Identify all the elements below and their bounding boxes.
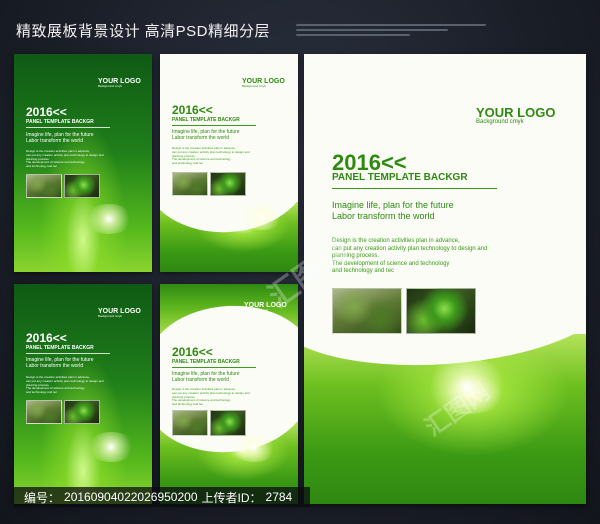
- photo-leaves: [64, 400, 100, 424]
- photo-plants: [172, 410, 208, 436]
- title-rule: [26, 353, 110, 354]
- slogan: Imagine life, plan for the future Labor …: [332, 200, 454, 221]
- body-text: Design is the creation activities plan i…: [26, 149, 104, 168]
- body-text: Design is the creation activities plan i…: [172, 146, 250, 165]
- body-text: Design is the creation activities plan i…: [26, 375, 104, 394]
- panel-title: PANEL TEMPLATE BACKGR: [26, 345, 94, 351]
- year-heading: 2016<<: [26, 105, 67, 119]
- title-rule: [172, 125, 256, 126]
- photo-leaves: [406, 288, 476, 334]
- photo-leaves: [210, 172, 246, 196]
- panel-title: PANEL TEMPLATE BACKGR: [172, 359, 240, 365]
- logo-text: YOUR LOGO Background cmyk: [242, 78, 285, 88]
- year-heading: 2016<<: [172, 103, 213, 117]
- footer-bar: 编号： 20160904022026950200 上传者ID： 2784: [14, 487, 310, 507]
- slogan: Imagine life, plan for the future Labor …: [26, 357, 94, 369]
- logo-text: YOUR LOGO Background cmyk: [98, 308, 141, 318]
- title-rule: [172, 367, 256, 368]
- photo-leaves: [210, 410, 246, 436]
- title-rule: [332, 188, 497, 189]
- header-subtext: [296, 24, 486, 42]
- panel-white-top-middle: YOUR LOGO Background cmyk 2016<< PANEL T…: [160, 54, 298, 272]
- body-text: Design is the creation activities plan i…: [172, 387, 250, 406]
- title-rule: [26, 127, 110, 128]
- header-title: 精致展板背景设计 高清PSD精细分层: [16, 23, 271, 40]
- year-heading: 2016<<: [172, 345, 213, 359]
- photo-plants: [26, 174, 62, 198]
- photo-plants: [332, 288, 402, 334]
- id-label: 编号：: [24, 490, 61, 505]
- photo-plants: [172, 172, 208, 196]
- photo-plants: [26, 400, 62, 424]
- logo-text: YOUR LOGO Background cmyk: [476, 105, 556, 125]
- slogan: Imagine life, plan for the future Labor …: [26, 132, 94, 144]
- slogan: Imagine life, plan for the future Labor …: [172, 129, 240, 141]
- panel-green-bottom-left: YOUR LOGO Background cmyk 2016<< PANEL T…: [14, 284, 152, 504]
- year-heading: 2016<<: [26, 331, 67, 345]
- uploader-value: 2784: [265, 490, 293, 504]
- panel-title: PANEL TEMPLATE BACKGR: [332, 172, 468, 183]
- slogan: Imagine life, plan for the future Labor …: [172, 371, 240, 383]
- body-text: Design is the creation activities plan i…: [332, 238, 488, 274]
- uploader-label: 上传者ID：: [201, 490, 262, 505]
- photo-leaves: [64, 174, 100, 198]
- year-heading: 2016<<: [332, 150, 407, 175]
- panel-title: PANEL TEMPLATE BACKGR: [172, 117, 240, 123]
- panel-green-top-left: YOUR LOGO Background cmyk 2016<< PANEL T…: [14, 54, 152, 272]
- id-value: 20160904022026950200: [64, 490, 198, 504]
- logo-text: YOUR LOGO Background cmyk: [98, 78, 141, 88]
- panel-white-bottom-middle: YOUR LOGO Background cmyk 2016<< PANEL T…: [160, 284, 298, 504]
- panel-title: PANEL TEMPLATE BACKGR: [26, 119, 94, 125]
